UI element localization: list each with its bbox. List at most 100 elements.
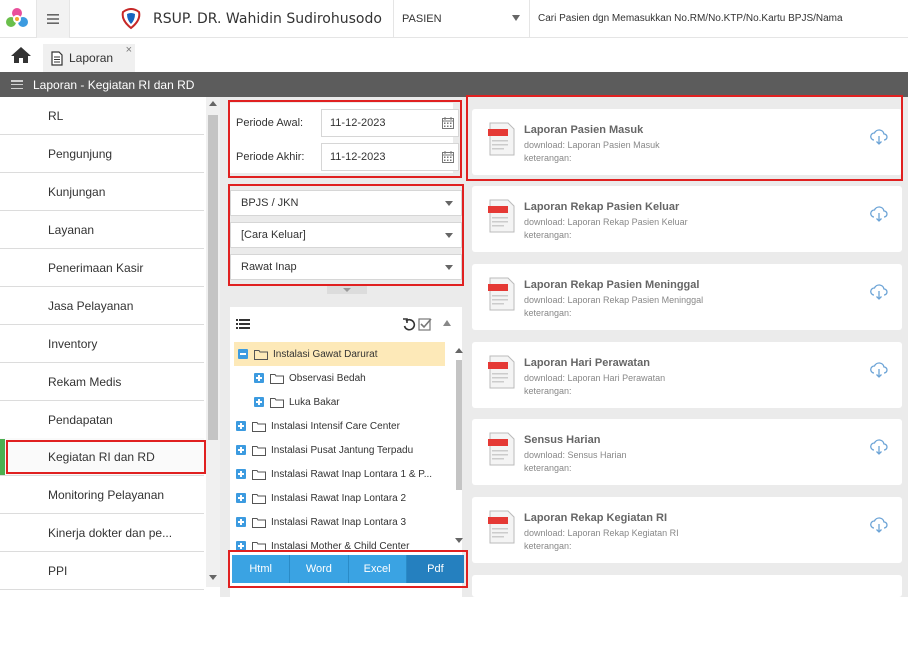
calendar-icon[interactable] <box>442 117 454 129</box>
care-type-value: Rawat Inap <box>241 261 297 273</box>
tree-node[interactable]: Instalasi Gawat Darurat <box>234 342 445 366</box>
expand-icon[interactable] <box>254 397 264 407</box>
filter-panel: Periode Awal: 11-12-2023 Periode Akhir: … <box>220 97 466 647</box>
report-download: download: Sensus Harian <box>524 450 627 460</box>
sidebar-item-kegiatan-ri-rd[interactable]: Kegiatan RI dan RD <box>0 438 204 476</box>
report-title: Laporan Pasien Masuk <box>524 124 644 136</box>
tab-laporan[interactable]: Laporan × <box>43 44 135 72</box>
tree-node[interactable]: Instalasi Pusat Jantung Terpadu <box>236 438 413 462</box>
undo-icon[interactable] <box>402 317 416 331</box>
tree-node-label: Instalasi Rawat Inap Lontara 3 <box>271 516 407 528</box>
calendar-icon[interactable] <box>442 151 454 163</box>
caret-down-icon <box>445 265 453 270</box>
report-card[interactable]: Laporan Rekap Kegiatan RI download: Lapo… <box>472 497 902 563</box>
tree-node[interactable]: Observasi Bedah <box>254 366 366 390</box>
sidebar-item-pendapatan[interactable]: Pendapatan <box>0 401 204 439</box>
home-icon[interactable] <box>10 46 34 66</box>
export-excel-button[interactable]: Excel <box>348 555 407 583</box>
discharge-select[interactable]: [Cara Keluar] <box>230 222 462 248</box>
export-html-button[interactable]: Html <box>232 555 291 583</box>
period-end-input[interactable]: 11-12-2023 <box>321 143 459 171</box>
export-word-button[interactable]: Word <box>290 555 349 583</box>
sidebar-item-rekam-medis[interactable]: Rekam Medis <box>0 363 204 401</box>
report-card[interactable]: Laporan Hari Perawatan download: Laporan… <box>472 342 902 408</box>
sidebar-item-monitoring-pelayanan[interactable]: Monitoring Pelayanan <box>0 476 204 514</box>
sidebar-scrollbar[interactable] <box>206 97 220 587</box>
tree-scrollbar[interactable] <box>455 342 463 646</box>
report-download: download: Laporan Pasien Masuk <box>524 140 660 150</box>
sidebar-item-kinerja-dokter[interactable]: Kinerja dokter dan pe... <box>0 514 204 552</box>
patient-type-select[interactable]: PASIEN <box>394 0 529 38</box>
close-icon[interactable]: × <box>126 44 132 56</box>
tree-node-label: Instalasi Intensif Care Center <box>271 420 400 432</box>
top-bar: RSUP. DR. Wahidin Sudirohusodo PASIEN Ca… <box>0 0 908 38</box>
hamburger-icon[interactable] <box>11 80 23 89</box>
chevron-up-icon[interactable] <box>443 320 451 326</box>
report-card[interactable]: Laporan Rekap Pasien Keluar download: La… <box>472 186 902 252</box>
sidebar-item-penerimaan-kasir[interactable]: Penerimaan Kasir <box>0 249 204 287</box>
sidebar-item-inventory[interactable]: Inventory <box>0 325 204 363</box>
report-card[interactable] <box>472 575 902 597</box>
report-card[interactable]: Laporan Rekap Pasien Meninggal download:… <box>472 264 902 330</box>
expand-icon[interactable] <box>254 373 264 383</box>
expand-icon[interactable] <box>236 517 246 527</box>
sidebar-item-pengunjung[interactable]: Pengunjung <box>0 135 204 173</box>
sidebar-item-rl[interactable]: RL <box>0 97 204 135</box>
sidebar-item-ppi[interactable]: PPI <box>0 552 204 590</box>
care-type-select[interactable]: Rawat Inap <box>230 254 462 280</box>
report-note: keterangan: <box>524 230 572 240</box>
tree-node[interactable]: Luka Bakar <box>254 390 340 414</box>
tree-node[interactable]: Instalasi Rawat Inap Lontara 3 <box>236 510 406 534</box>
period-start-value: 11-12-2023 <box>330 117 386 129</box>
collapse-icon[interactable] <box>238 349 248 359</box>
report-card[interactable]: Sensus Harian download: Sensus Harian ke… <box>472 419 902 485</box>
period-end-label: Periode Akhir: <box>236 151 305 163</box>
folder-icon <box>252 445 266 456</box>
folder-icon <box>252 493 266 504</box>
cloud-download-icon[interactable] <box>870 517 888 533</box>
payer-value: BPJS / JKN <box>241 197 299 209</box>
cloud-download-icon[interactable] <box>870 129 888 145</box>
checkbox-icon[interactable] <box>418 317 432 331</box>
scroll-down-icon[interactable] <box>455 538 463 543</box>
unit-tree-panel: Instalasi Gawat Darurat Observasi Bedah … <box>230 307 463 647</box>
report-download: download: Laporan Rekap Kegiatan RI <box>524 528 679 538</box>
tree-node[interactable]: Instalasi Rawat Inap Lontara 1 & P... <box>236 462 432 486</box>
app-logo-icon[interactable] <box>0 0 34 38</box>
cloud-download-icon[interactable] <box>870 362 888 378</box>
tree-node[interactable]: Instalasi Rawat Inap Lontara 2 <box>236 486 406 510</box>
patient-search-input[interactable]: Cari Pasien dgn Memasukkan No.RM/No.KTP/… <box>538 13 843 24</box>
payer-select[interactable]: BPJS / JKN <box>230 190 462 216</box>
filter-dropdowns: BPJS / JKN [Cara Keluar] Rawat Inap <box>230 190 462 282</box>
collapse-toggle[interactable] <box>327 286 367 294</box>
scrollbar-thumb[interactable] <box>208 115 218 440</box>
expand-icon[interactable] <box>236 469 246 479</box>
pdf-file-icon <box>488 122 515 156</box>
report-card[interactable]: Laporan Pasien Masuk download: Laporan P… <box>472 109 902 175</box>
report-download: download: Laporan Rekap Pasien Keluar <box>524 217 688 227</box>
scroll-up-icon[interactable] <box>209 101 217 106</box>
tree-node-label: Instalasi Mother & Child Center <box>271 540 410 552</box>
export-buttons: Html Word Excel Pdf <box>232 555 464 583</box>
hamburger-icon[interactable] <box>36 0 70 38</box>
tree-node[interactable]: Instalasi Intensif Care Center <box>236 414 400 438</box>
scroll-down-icon[interactable] <box>209 575 217 580</box>
cloud-download-icon[interactable] <box>870 206 888 222</box>
sidebar-item-jasa-pelayanan[interactable]: Jasa Pelayanan <box>0 287 204 325</box>
expand-icon[interactable] <box>236 493 246 503</box>
period-start-label: Periode Awal: <box>236 117 304 129</box>
expand-icon[interactable] <box>236 421 246 431</box>
sidebar-item-layanan[interactable]: Layanan <box>0 211 204 249</box>
export-pdf-button[interactable]: Pdf <box>406 555 464 583</box>
expand-icon[interactable] <box>236 445 246 455</box>
cloud-download-icon[interactable] <box>870 439 888 455</box>
sidebar-item-kunjungan[interactable]: Kunjungan <box>0 173 204 211</box>
list-icon[interactable] <box>236 318 250 330</box>
period-start-input[interactable]: 11-12-2023 <box>321 109 459 137</box>
scroll-up-icon[interactable] <box>455 348 463 353</box>
expand-icon[interactable] <box>236 541 246 551</box>
cloud-download-icon[interactable] <box>870 284 888 300</box>
scrollbar-thumb[interactable] <box>456 360 462 490</box>
caret-down-icon <box>445 233 453 238</box>
tabs-bar: Laporan × <box>0 38 908 72</box>
